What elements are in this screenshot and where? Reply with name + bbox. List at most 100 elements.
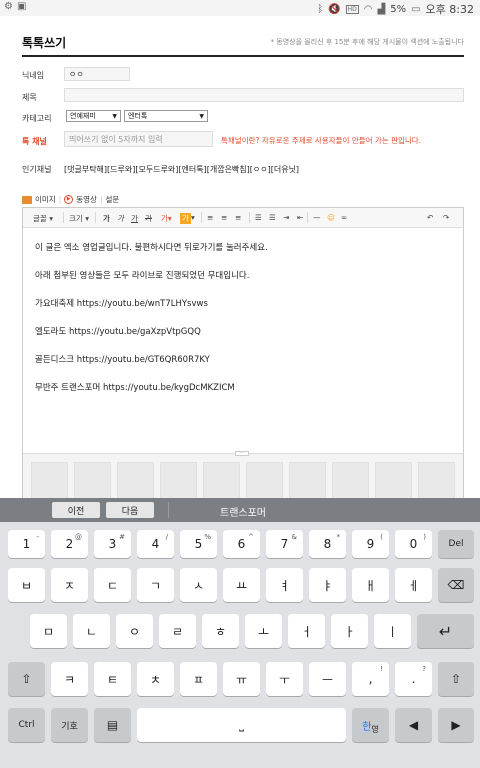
key-eu[interactable]: ㅡ bbox=[309, 662, 346, 696]
key-giyeok[interactable]: ㄱ bbox=[137, 568, 174, 602]
nickname-field[interactable]: ㅇㅇ bbox=[64, 67, 130, 81]
strike-button[interactable]: 가 bbox=[145, 213, 152, 224]
bold-button[interactable]: 가 bbox=[103, 213, 110, 224]
backspace-key[interactable]: ⌫ bbox=[438, 568, 474, 602]
attach-poll-button[interactable]: 설문 bbox=[105, 194, 119, 205]
key-8[interactable]: 8 * bbox=[309, 530, 346, 558]
key-0[interactable]: 0) bbox=[395, 530, 432, 558]
key-yeo[interactable]: ㅕ bbox=[266, 568, 303, 602]
attachment-slot[interactable] bbox=[375, 462, 412, 500]
resize-handle[interactable]: ··· bbox=[235, 451, 249, 456]
key-u[interactable]: ㅜ bbox=[266, 662, 303, 696]
key-ieung[interactable]: ㅇ bbox=[116, 614, 153, 648]
key-mieum[interactable]: ㅁ bbox=[30, 614, 67, 648]
underline-button[interactable]: 가 bbox=[131, 213, 138, 224]
attachment-slot[interactable] bbox=[203, 462, 240, 500]
category-primary-select[interactable]: 연예재미 ▼ bbox=[66, 110, 121, 122]
key-tieut[interactable]: ㅌ bbox=[94, 662, 131, 696]
indent-icon[interactable]: ⇥ bbox=[283, 213, 289, 222]
attachment-slot[interactable] bbox=[31, 462, 68, 500]
key-e[interactable]: ㅔ bbox=[395, 568, 432, 602]
key-5[interactable]: 5% bbox=[180, 530, 217, 558]
italic-button[interactable]: 가 bbox=[117, 213, 124, 224]
key-eo[interactable]: ㅓ bbox=[288, 614, 325, 648]
attach-image-button[interactable]: 이미지 bbox=[35, 194, 56, 205]
channel-label: 톡 채널 bbox=[22, 137, 47, 146]
key-ya[interactable]: ㅑ bbox=[309, 568, 346, 602]
key-o[interactable]: ㅗ bbox=[245, 614, 282, 648]
key-kieuk[interactable]: ㅋ bbox=[51, 662, 88, 696]
attach-video-button[interactable]: 동영상 bbox=[76, 194, 97, 205]
key-6[interactable]: 6 ^ bbox=[223, 530, 260, 558]
attachment-slot[interactable] bbox=[289, 462, 326, 500]
key-bieup[interactable]: ㅂ bbox=[8, 568, 45, 602]
popular-channel-tags[interactable]: [댓글부탁해][드루와][모두드루와][엔터톡][개깝은빡침][ㅇㅇ][더유닛] bbox=[64, 164, 299, 175]
key-1[interactable]: 1- bbox=[8, 530, 45, 558]
redo-icon[interactable]: ↷ bbox=[443, 213, 449, 222]
key-i[interactable]: ㅣ bbox=[374, 614, 411, 648]
outdent-icon[interactable]: ⇤ bbox=[297, 213, 303, 222]
key-4[interactable]: 4/ bbox=[137, 530, 174, 558]
ctrl-key[interactable]: Ctrl bbox=[8, 708, 45, 742]
align-left-icon[interactable]: ≡ bbox=[207, 213, 213, 222]
key-siot[interactable]: ㅅ bbox=[180, 568, 217, 602]
key-chieut[interactable]: ㅊ bbox=[137, 662, 174, 696]
attachment-slot[interactable] bbox=[117, 462, 154, 500]
key-jieut[interactable]: ㅈ bbox=[51, 568, 88, 602]
key-9[interactable]: 9( bbox=[352, 530, 389, 558]
key-pieup[interactable]: ㅍ bbox=[180, 662, 217, 696]
key-digeut[interactable]: ㄷ bbox=[94, 568, 131, 602]
key-hieut[interactable]: ㅎ bbox=[202, 614, 239, 648]
key-a[interactable]: ㅏ bbox=[331, 614, 368, 648]
attachment-slot[interactable] bbox=[332, 462, 369, 500]
font-dropdown[interactable]: 글꼴 ▾ bbox=[33, 213, 53, 224]
clipboard-key[interactable]: ▤ bbox=[94, 708, 131, 742]
image-icon bbox=[22, 195, 32, 204]
word-suggestion[interactable]: 트랜스포머 bbox=[220, 504, 266, 519]
key-2[interactable]: 2 @ bbox=[51, 530, 88, 558]
highlight-dropdown[interactable]: ▾ bbox=[191, 213, 195, 222]
language-switch-key[interactable]: 한영 bbox=[352, 708, 389, 742]
shift-key-right[interactable]: ⇧ bbox=[438, 662, 474, 696]
ordered-list-icon[interactable]: ☰ bbox=[255, 213, 262, 222]
cursor-left-key[interactable]: ◀ bbox=[395, 708, 432, 742]
highlight-button[interactable]: 가 bbox=[180, 213, 191, 224]
key-ae[interactable]: ㅐ bbox=[352, 568, 389, 602]
key-7[interactable]: 7 & bbox=[266, 530, 303, 558]
attachment-slot[interactable] bbox=[246, 462, 283, 500]
size-dropdown[interactable]: 크기 ▾ bbox=[69, 213, 89, 224]
key-3[interactable]: 3 # bbox=[94, 530, 131, 558]
key-rieul[interactable]: ㄹ bbox=[159, 614, 196, 648]
prev-button[interactable]: 이전 bbox=[52, 502, 100, 518]
symbol-key[interactable]: 기호 bbox=[51, 708, 88, 742]
undo-icon[interactable]: ↶ bbox=[427, 213, 433, 222]
category-secondary-select[interactable]: 엔터톡 ▼ bbox=[124, 110, 208, 122]
key-yo[interactable]: ㅛ bbox=[223, 568, 260, 602]
channel-input[interactable]: 띄어쓰기 없이 5자까지 입력 bbox=[64, 131, 213, 147]
link-icon[interactable]: ∞ bbox=[341, 213, 347, 222]
align-center-icon[interactable]: ≡ bbox=[221, 213, 227, 222]
key-yu[interactable]: ㅠ bbox=[223, 662, 260, 696]
attachment-slot[interactable] bbox=[160, 462, 197, 500]
delete-key[interactable]: Del bbox=[438, 530, 474, 558]
cursor-right-key[interactable]: ▶ bbox=[438, 708, 474, 742]
space-icon: ⎵ bbox=[239, 717, 244, 732]
key-nieun[interactable]: ㄴ bbox=[73, 614, 110, 648]
editor-line: 골든디스크 https://youtu.be/GT6QR60R7KY bbox=[35, 355, 210, 365]
horizontal-line-icon[interactable]: — bbox=[313, 213, 321, 222]
enter-key[interactable]: ↵ bbox=[417, 614, 474, 648]
attachment-slot[interactable] bbox=[418, 462, 455, 500]
editor-line: 아래 첨부된 영상들은 모두 라이브로 진행되었던 무대입니다. bbox=[35, 271, 250, 281]
emoticon-icon[interactable]: ☺ bbox=[327, 213, 335, 222]
key-comma[interactable]: ,! bbox=[352, 662, 389, 696]
align-right-icon[interactable]: ≡ bbox=[235, 213, 241, 222]
key-period[interactable]: .? bbox=[395, 662, 432, 696]
subject-field[interactable] bbox=[64, 88, 464, 102]
font-color-button[interactable]: 가▾ bbox=[161, 213, 172, 224]
keyboard: 1- 2 @ 3 # 4/ 5% 6 ^ 7 & 8 * 9( 0) Del ㅂ ㅈ ㄷ … bbox=[0, 522, 480, 768]
shift-key-left[interactable]: ⇧ bbox=[8, 662, 45, 696]
bullet-list-icon[interactable]: ☰ bbox=[269, 213, 276, 222]
next-button[interactable]: 다음 bbox=[106, 502, 154, 518]
attachment-slot[interactable] bbox=[74, 462, 111, 500]
space-key[interactable]: ⎵ bbox=[137, 708, 346, 742]
